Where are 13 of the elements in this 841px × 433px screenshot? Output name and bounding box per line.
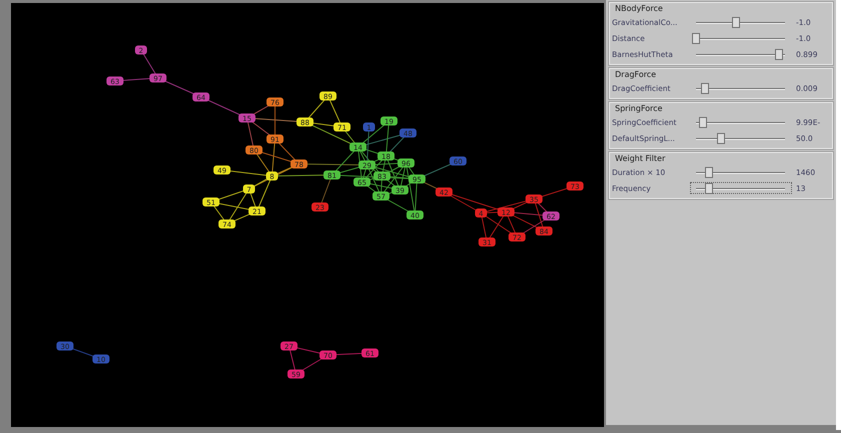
slider-thumb[interactable] — [700, 83, 709, 94]
slider-thumb[interactable] — [705, 167, 714, 178]
slider-thumb[interactable] — [692, 33, 700, 44]
slider[interactable] — [690, 182, 792, 194]
group-title: NBodyForce — [615, 3, 664, 14]
group-title: Weight Filter — [615, 153, 666, 164]
group-title: SpringForce — [615, 103, 664, 114]
slider-thumb[interactable] — [732, 17, 740, 28]
group-title: DragForce — [615, 69, 658, 80]
slider-thumb[interactable] — [716, 133, 725, 144]
slider-thumb[interactable] — [774, 49, 783, 60]
slider-thumb[interactable] — [705, 183, 714, 194]
slider-thumb[interactable] — [699, 117, 708, 128]
